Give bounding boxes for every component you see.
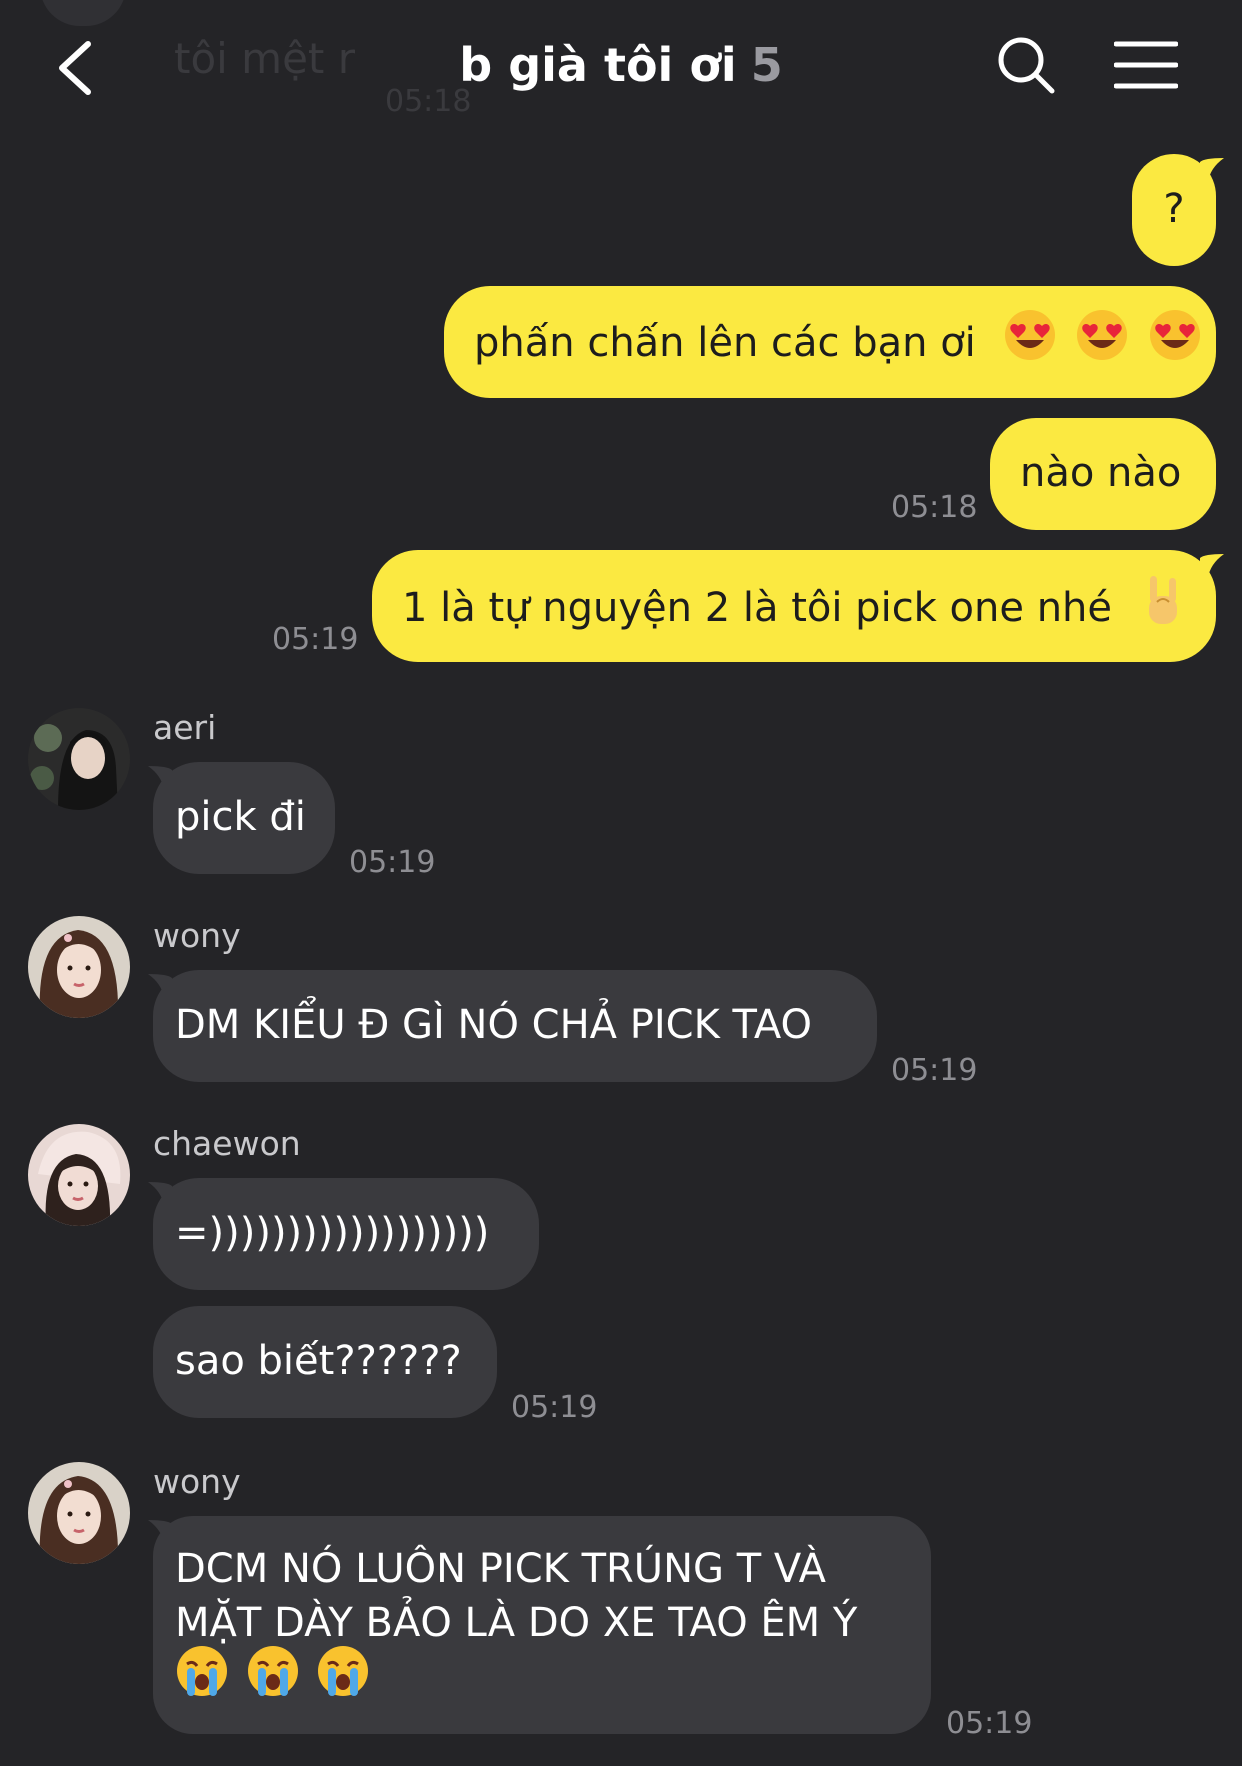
other-message-bubble[interactable]: sao biết?????? (153, 1306, 497, 1418)
message-text: sao biết?????? (175, 1338, 462, 1384)
ghost-message-time: 05:18 (385, 84, 472, 119)
sender-name: chaewon (153, 1124, 301, 1163)
bubble-tail (1200, 158, 1224, 182)
sender-name: wony (153, 1462, 241, 1501)
chat-header: tôi mệt r 05:18 b già tôi ơi 5 (0, 0, 1242, 130)
bubble-tail (148, 766, 172, 790)
message-text: ? (1163, 186, 1185, 232)
ghost-message-preview: tôi mệt r (174, 34, 356, 83)
chat-title-text: b già tôi ơi (459, 38, 737, 92)
search-icon (998, 37, 1055, 94)
other-message-bubble[interactable]: pick đi (153, 762, 335, 874)
heart-eyes-emoji (1003, 308, 1057, 374)
bubble-tail (1200, 554, 1224, 578)
sender-name: wony (153, 916, 241, 955)
sender-name: aeri (153, 708, 217, 747)
message-text: phấn chấn lên các bạn ơi (474, 320, 976, 366)
hamburger-menu-icon (1113, 41, 1179, 89)
message-time: 05:18 (891, 490, 978, 525)
message-time: 05:19 (891, 1053, 978, 1088)
member-count: 5 (750, 38, 783, 92)
bubble-tail (148, 1182, 172, 1206)
emoji-row (175, 1646, 909, 1712)
rock-on-hand-emoji (1143, 572, 1183, 640)
chevron-left-icon (59, 41, 91, 95)
message-text: nào nào (1020, 450, 1182, 496)
my-message-bubble[interactable]: phấn chấn lên các bạn ơi (444, 286, 1216, 398)
avatar-wony[interactable] (28, 916, 130, 1018)
crying-emoji (246, 1644, 300, 1712)
heart-eyes-emoji (1148, 308, 1202, 374)
other-message-bubble[interactable]: =)))))))))))))))))) (153, 1178, 539, 1290)
other-message-bubble[interactable]: DCM NÓ LUÔN PICK TRÚNG T VÀ MẶT DÀY BẢO … (153, 1516, 931, 1734)
message-time: 05:19 (272, 622, 359, 657)
other-message-bubble[interactable]: DM KIỂU Đ GÌ NÓ CHẢ PICK TAO (153, 970, 877, 1082)
message-text-line: MẶT DÀY BẢO LÀ DO XE TAO ÊM Ý (175, 1600, 858, 1646)
menu-button[interactable] (1113, 38, 1179, 94)
bubble-tail (148, 1520, 172, 1544)
crying-emoji (175, 1644, 229, 1712)
bubble-tail (148, 974, 172, 998)
my-message-bubble[interactable]: 1 là tự nguyện 2 là tôi pick one nhé (372, 550, 1216, 662)
message-text: pick đi (175, 794, 306, 840)
message-text: =)))))))))))))))))) (175, 1210, 490, 1256)
search-button[interactable] (995, 34, 1059, 98)
ghost-avatar (40, 0, 126, 26)
crying-emoji (316, 1644, 370, 1712)
my-message-bubble[interactable]: nào nào (990, 418, 1216, 530)
chat-screen: tôi mệt r 05:18 b già tôi ơi 5 ? phấn ch… (0, 0, 1242, 1766)
message-time: 05:19 (511, 1390, 598, 1425)
message-time: 05:19 (349, 845, 436, 880)
avatar-aeri[interactable] (28, 708, 130, 810)
message-time: 05:19 (946, 1706, 1033, 1741)
message-text-line: DCM NÓ LUÔN PICK TRÚNG T VÀ (175, 1546, 827, 1592)
heart-eyes-emoji (1075, 308, 1129, 374)
avatar-chaewon[interactable] (28, 1124, 130, 1226)
message-text: DM KIỂU Đ GÌ NÓ CHẢ PICK TAO (175, 1002, 813, 1048)
message-text: 1 là tự nguyện 2 là tôi pick one nhé (402, 585, 1113, 631)
avatar-wony[interactable] (28, 1462, 130, 1564)
back-button[interactable] (50, 36, 110, 100)
